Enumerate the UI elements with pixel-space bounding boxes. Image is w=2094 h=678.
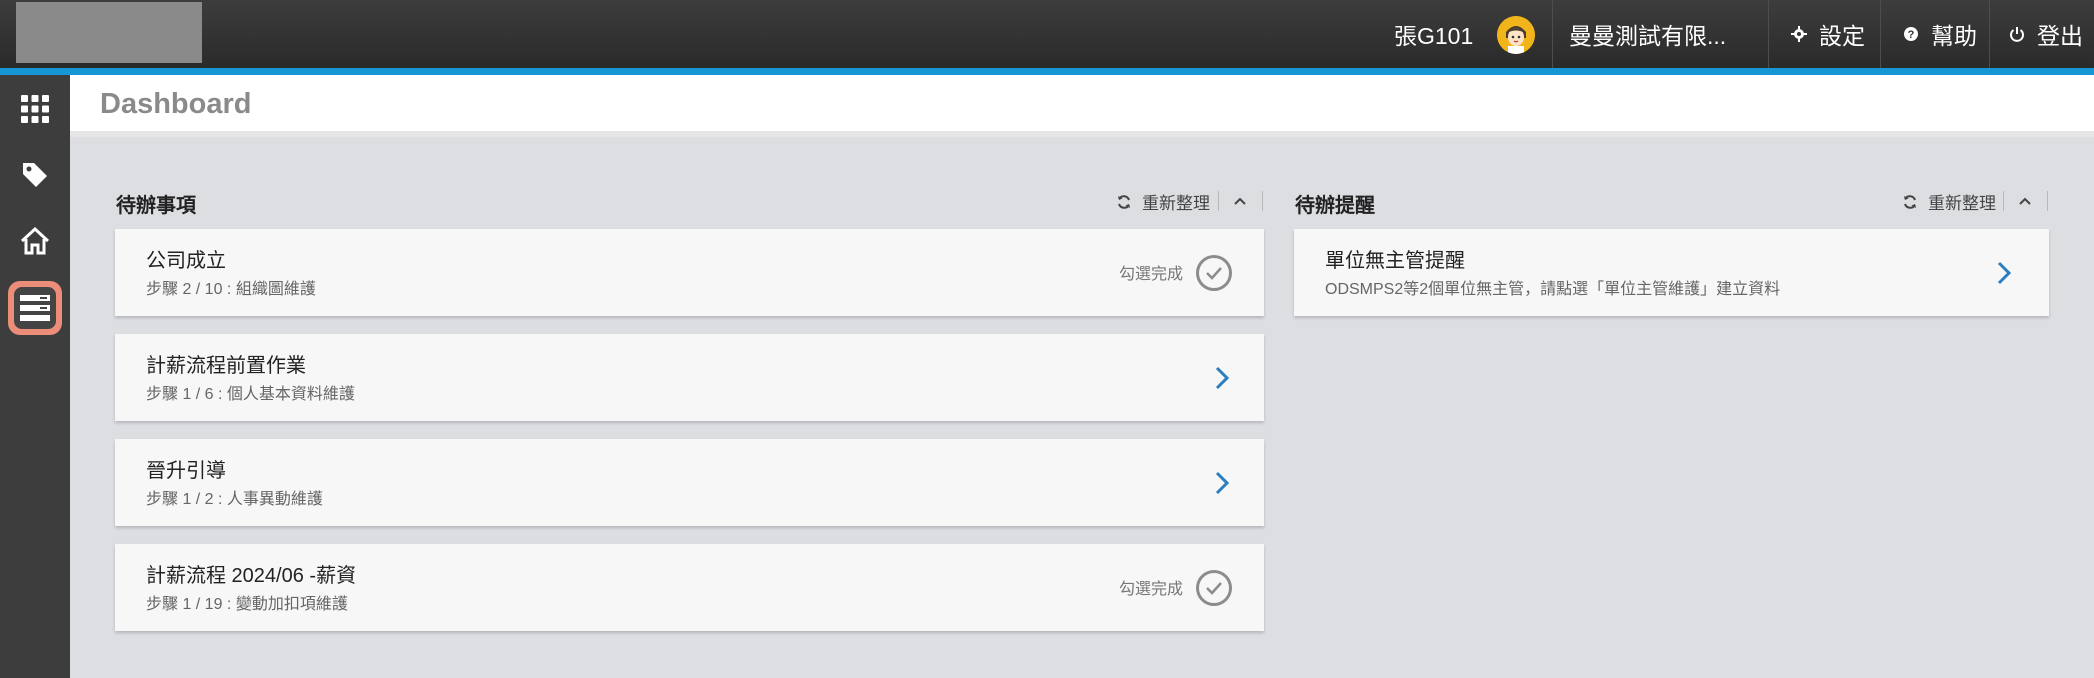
todo-item-step: 步驟 1 / 2 : 人事異動維護 <box>146 491 323 508</box>
chevron-up-icon <box>2019 197 2031 205</box>
company-selector[interactable]: 曼曼測試有限... <box>1569 0 1726 68</box>
check-complete-button[interactable] <box>1196 570 1232 606</box>
reminder-item[interactable]: 單位無主管提醒 ODSMPS2等2個單位無主管，請點選「單位主管維護」建立資料 <box>1294 229 2049 316</box>
settings-label: 設定 <box>1819 23 1865 49</box>
check-complete-button[interactable] <box>1196 255 1232 291</box>
help-button[interactable]: ? 幫助 <box>1900 0 1977 68</box>
divider <box>1262 191 1263 211</box>
todo-collapse-button[interactable] <box>1230 191 1250 211</box>
todo-item[interactable]: 計薪流程 2024/06 -薪資 步驟 1 / 19 : 變動加扣項維護 勾選完… <box>115 544 1264 631</box>
logout-label: 登出 <box>2037 23 2083 49</box>
user-name[interactable]: 張G101 <box>1394 0 1473 68</box>
check-icon <box>1206 582 1222 595</box>
chevron-right-icon[interactable] <box>1994 260 2014 286</box>
todo-item-title: 計薪流程前置作業 <box>146 355 306 377</box>
page-header: Dashboard <box>70 75 2094 137</box>
home-icon <box>20 226 50 255</box>
divider <box>2003 191 2004 211</box>
check-complete-label: 勾選完成 <box>1119 266 1184 283</box>
todo-item[interactable]: 晉升引導 步驟 1 / 2 : 人事異動維護 <box>115 439 1264 526</box>
todo-item-title: 公司成立 <box>146 250 226 272</box>
reminder-item-title: 單位無主管提醒 <box>1325 250 1465 272</box>
check-icon <box>1206 267 1222 280</box>
dashboard-list-icon <box>20 295 50 321</box>
refresh-label: 重新整理 <box>1142 194 1210 213</box>
sidebar <box>0 75 70 678</box>
apps-grid-icon <box>21 95 49 123</box>
refresh-label: 重新整理 <box>1928 194 1996 213</box>
sidebar-item-home[interactable] <box>8 214 62 268</box>
header-separator <box>1880 0 1881 68</box>
svg-text:?: ? <box>1908 29 1915 41</box>
refresh-icon <box>1118 194 1130 209</box>
help-label: 幫助 <box>1931 23 1977 49</box>
help-icon: ? <box>1900 23 1922 45</box>
page-title: Dashboard <box>100 88 252 120</box>
chevron-up-icon <box>1234 197 1246 205</box>
company-logo[interactable] <box>16 2 202 63</box>
todo-item[interactable]: 計薪流程前置作業 步驟 1 / 6 : 個人基本資料維護 <box>115 334 1264 421</box>
sidebar-item-apps[interactable] <box>8 82 62 136</box>
sidebar-item-tags[interactable] <box>8 148 62 202</box>
divider <box>1218 191 1219 211</box>
logout-button[interactable]: 登出 <box>2006 0 2083 68</box>
divider <box>2047 191 2048 211</box>
settings-button[interactable]: 設定 <box>1788 0 1865 68</box>
header-separator <box>1552 0 1553 68</box>
sidebar-item-dashboard[interactable] <box>8 281 62 335</box>
top-bar: 張G101 曼曼測試有限... 設定 ? 幫助 登出 <box>0 0 2094 68</box>
todo-panel-title: 待辦事項 <box>116 195 196 217</box>
reminder-collapse-button[interactable] <box>2015 191 2035 211</box>
reminder-item-description: ODSMPS2等2個單位無主管，請點選「單位主管維護」建立資料 <box>1325 281 1781 298</box>
header-separator <box>1768 0 1769 68</box>
avatar[interactable] <box>1497 16 1535 54</box>
todo-item-title: 計薪流程 2024/06 -薪資 <box>146 565 357 587</box>
tag-icon <box>23 163 47 187</box>
chevron-right-icon[interactable] <box>1212 365 1232 391</box>
todo-item[interactable]: 公司成立 步驟 2 / 10 : 組織圖維護 勾選完成 <box>115 229 1264 316</box>
power-icon <box>2006 23 2028 45</box>
reminder-refresh-button[interactable]: 重新整理 <box>1902 189 1996 214</box>
todo-item-step: 步驟 2 / 10 : 組織圖維護 <box>146 281 316 298</box>
refresh-icon <box>1904 194 1916 209</box>
todo-item-step: 步驟 1 / 6 : 個人基本資料維護 <box>146 386 355 403</box>
header-accent-bar <box>0 68 2094 75</box>
todo-refresh-button[interactable]: 重新整理 <box>1116 189 1210 214</box>
todo-item-title: 晉升引導 <box>146 460 226 482</box>
gear-icon <box>1788 23 1810 45</box>
todo-item-step: 步驟 1 / 19 : 變動加扣項維護 <box>146 596 348 613</box>
reminder-panel-title: 待辦提醒 <box>1295 195 1375 217</box>
header-separator <box>1989 0 1990 68</box>
chevron-right-icon[interactable] <box>1212 470 1232 496</box>
check-complete-label: 勾選完成 <box>1119 581 1184 598</box>
